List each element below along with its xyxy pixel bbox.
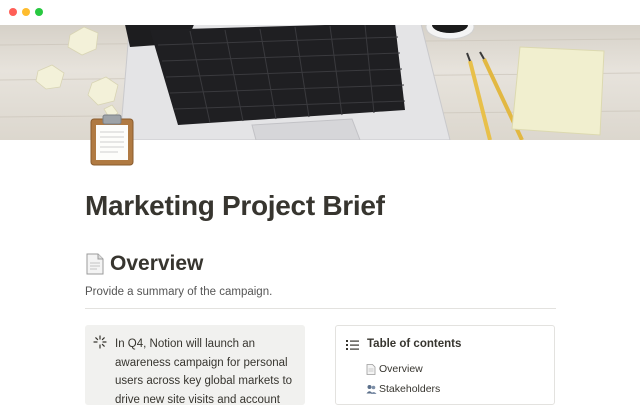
divider (85, 308, 556, 309)
document-icon (366, 363, 376, 375)
overview-summary[interactable]: Provide a summary of the campaign. (85, 286, 272, 298)
toc-header: Table of contents (346, 338, 461, 350)
maximize-window-button[interactable] (35, 8, 43, 16)
callout-block[interactable]: In Q4, Notion will launch an awareness c… (85, 325, 305, 405)
overview-heading-text: Overview (110, 252, 204, 275)
toc-item-stakeholders[interactable]: Stakeholders (366, 379, 440, 399)
toc-list: Overview Stakeholders (366, 359, 440, 399)
toc-title: Table of contents (367, 338, 462, 350)
minimize-window-button[interactable] (22, 8, 30, 16)
sparkle-icon[interactable] (93, 335, 107, 349)
toc-item-label: Stakeholders (379, 383, 441, 395)
close-window-button[interactable] (9, 8, 17, 16)
page-title[interactable]: Marketing Project Brief (85, 190, 385, 222)
toc-item-overview[interactable]: Overview (366, 359, 440, 379)
list-icon (346, 338, 359, 350)
callout-text[interactable]: In Q4, Notion will launch an awareness c… (115, 335, 295, 405)
overview-heading[interactable]: Overview (85, 252, 203, 276)
toc-item-label: Overview (379, 363, 423, 375)
window-titlebar (0, 0, 640, 25)
table-of-contents: Table of contents Overview Stakeholders (335, 325, 555, 405)
document-icon (85, 253, 105, 275)
clipboard-icon[interactable] (88, 114, 136, 166)
people-icon (366, 384, 377, 395)
